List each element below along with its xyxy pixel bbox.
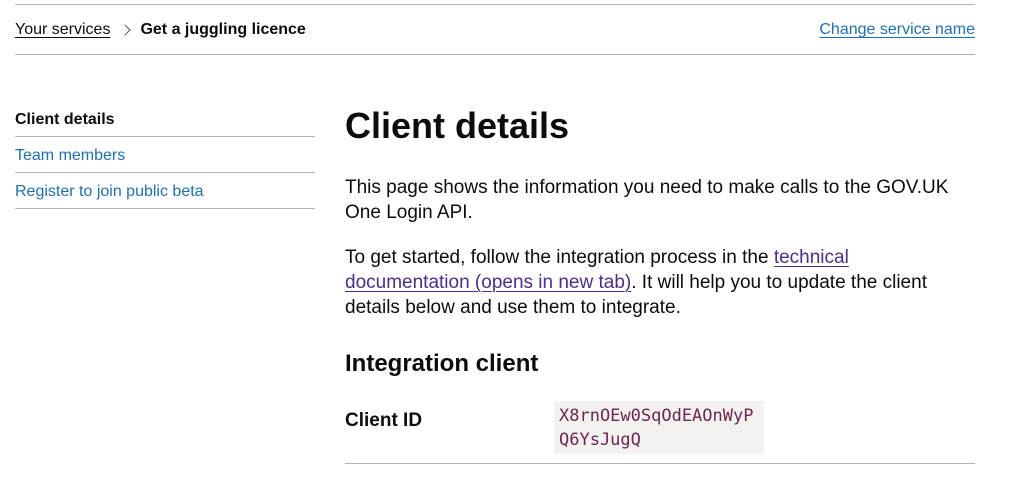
integration-client-heading: Integration client [345,350,539,377]
sidenav-item-label[interactable]: Team members [15,147,125,164]
breadcrumb: Your services Get a juggling licence [15,20,306,40]
getting-started-paragraph: To get started, follow the integration p… [345,245,975,320]
sidenav-item-register-public-beta: Register to join public beta [15,173,315,209]
sidenav-item-client-details[interactable]: Client details [15,101,315,137]
summary-row-client-id: Client ID X8rnOEw0SqOdEAOnWyPQ6YsJugQ [345,398,975,464]
getting-started-text-before: To get started, follow the integration p… [345,247,774,268]
sidenav-item-label[interactable]: Register to join public beta [15,183,204,200]
change-service-name-link[interactable]: Change service name [819,20,975,40]
side-navigation: Client details Team members Register to … [15,101,315,209]
sidenav-item-team-members: Team members [15,137,315,173]
client-id-label: Client ID [345,410,423,431]
chevron-right-icon [119,24,132,36]
client-id-value: X8rnOEw0SqOdEAOnWyPQ6YsJugQ [554,401,764,454]
breadcrumb-current-page: Get a juggling licence [140,21,306,38]
sidenav-item-label: Client details [15,111,115,128]
breadcrumb-your-services-link[interactable]: Your services [15,20,110,40]
main-content: Client details This page shows the infor… [345,104,975,464]
service-header-bar: Your services Get a juggling licence Cha… [15,4,975,55]
page: Your services Get a juggling licence Cha… [0,0,1009,490]
intro-paragraph: This page shows the information you need… [345,177,949,223]
page-title: Client details [345,105,570,146]
